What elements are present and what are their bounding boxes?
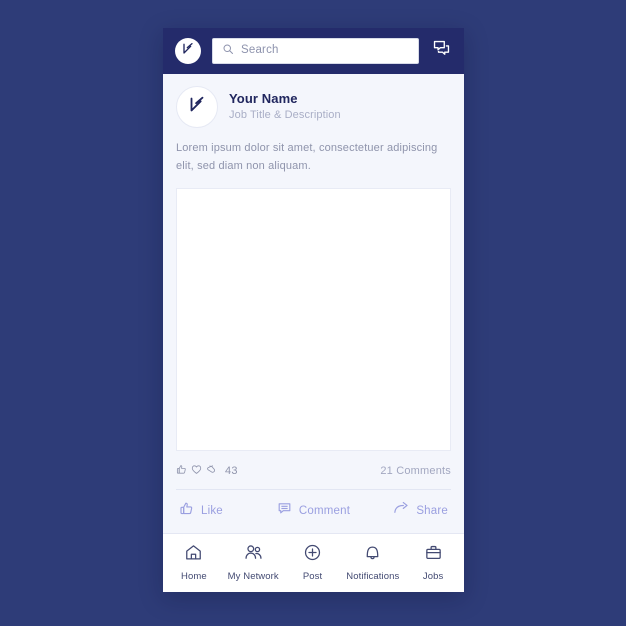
app-bar: Search [163, 28, 464, 74]
nav-item-post[interactable]: Post [293, 543, 333, 582]
share-icon [393, 500, 409, 521]
nav-label-notifications: Notifications [346, 571, 400, 582]
nav-label-my-network: My Network [227, 571, 279, 582]
home-icon [184, 543, 203, 567]
bell-icon [363, 543, 382, 567]
share-label: Share [416, 504, 448, 517]
post-action-row: Like Comment Share [163, 490, 464, 533]
avatar[interactable] [176, 86, 218, 128]
search-icon [222, 42, 234, 60]
nav-item-my-network[interactable]: My Network [228, 543, 279, 582]
author-name: Your Name [229, 91, 298, 107]
clap-icon [206, 462, 217, 480]
comment-button[interactable]: Comment [272, 501, 355, 521]
thumbs-up-icon [179, 501, 194, 521]
plus-circle-icon [303, 543, 322, 567]
phone-mockup: Search Your Name Job Title & Description… [163, 28, 464, 592]
briefcase-icon [424, 543, 443, 567]
like-button[interactable]: Like [179, 501, 262, 521]
people-icon [244, 543, 263, 567]
comment-count[interactable]: 21 Comments [380, 465, 451, 477]
nav-label-home: Home [181, 571, 207, 582]
nav-item-notifications[interactable]: Notifications [346, 543, 399, 582]
messages-button[interactable] [430, 40, 452, 62]
share-button[interactable]: Share [365, 500, 448, 521]
heart-icon [191, 462, 202, 480]
nav-label-post: Post [302, 571, 323, 582]
comment-label: Comment [298, 504, 351, 517]
nav-item-home[interactable]: Home [174, 543, 214, 582]
brand-logo-button[interactable] [175, 38, 201, 64]
screen-backdrop: Search Your Name Job Title & Description… [0, 0, 626, 626]
brand-logo-icon [186, 94, 208, 121]
like-label: Like [201, 504, 223, 517]
post-author-meta: Your Name Job Title & Description [229, 91, 341, 122]
reaction-icons-group[interactable]: 43 [176, 462, 238, 480]
author-title: Job Title & Description [229, 108, 341, 121]
messages-icon [432, 39, 451, 63]
nav-label-jobs: Jobs [422, 571, 444, 582]
reaction-summary-row: 43 21 Comments [176, 451, 451, 490]
search-input[interactable]: Search [212, 38, 419, 64]
post-author-row[interactable]: Your Name Job Title & Description [163, 74, 464, 128]
nav-item-jobs[interactable]: Jobs [413, 543, 453, 582]
brand-logo-icon [180, 41, 196, 62]
comment-icon [277, 501, 292, 521]
thumbs-up-icon [176, 462, 187, 480]
search-placeholder-text: Search [241, 44, 279, 57]
feed-scroll-area[interactable]: Your Name Job Title & Description Lorem … [163, 74, 464, 533]
post-image-placeholder[interactable] [176, 187, 451, 451]
post-body-text: Lorem ipsum dolor sit amet, consectetuer… [176, 142, 438, 172]
bottom-navigation: Home My Network Post Notifications Jobs [163, 533, 464, 592]
reaction-count: 43 [225, 465, 238, 477]
